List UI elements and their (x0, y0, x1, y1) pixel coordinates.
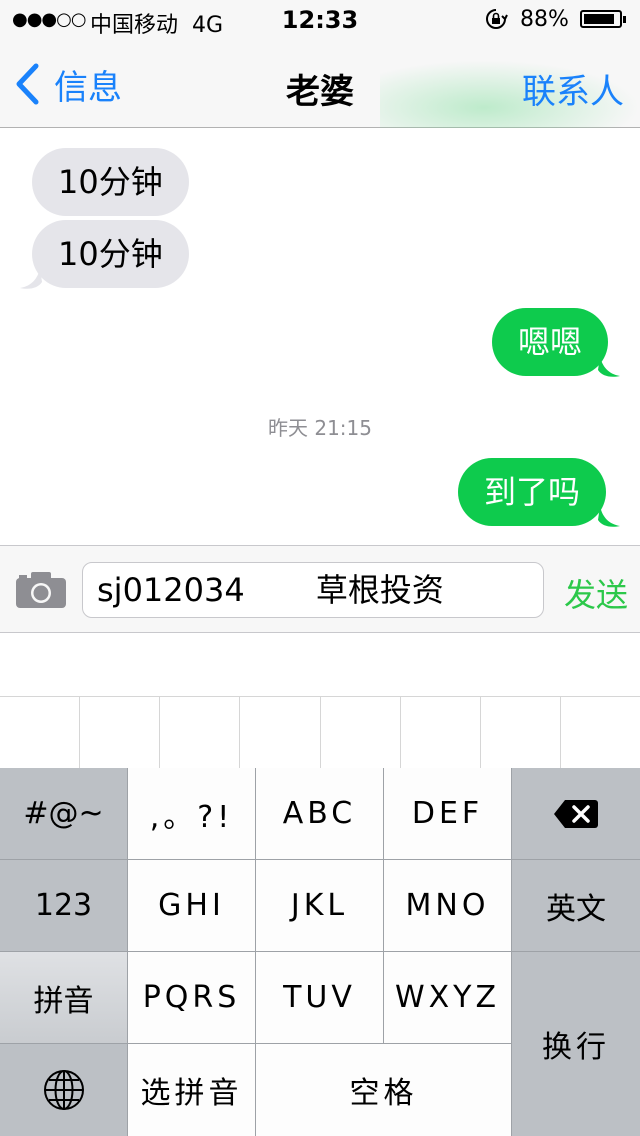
key-mno[interactable]: MNO (384, 860, 512, 952)
key-globe[interactable] (0, 1044, 128, 1136)
bubble-tail-icon (598, 356, 620, 377)
key-tuv[interactable]: TUV (256, 952, 384, 1044)
candidate-cell[interactable] (561, 697, 640, 768)
delete-icon (554, 799, 598, 828)
candidate-cell[interactable] (160, 697, 241, 768)
status-bar: ●●●○○ 中国移动 4G 12:33 88% (0, 0, 640, 40)
key-symbols[interactable]: #@~ (0, 768, 128, 860)
camera-icon[interactable] (16, 572, 66, 608)
keyboard: #@~ ,。?! ABC DEF 123 GHI JKL MNO 英文 拼音 P… (0, 768, 640, 1136)
message-input[interactable]: sj012034 草根投资 (82, 562, 544, 618)
candidate-cell[interactable] (0, 697, 81, 768)
key-english[interactable]: 英文 (512, 860, 640, 952)
message-bubble-outgoing[interactable]: 嗯嗯 (492, 308, 609, 376)
bubble-tail-icon (598, 506, 620, 527)
message-timestamp: 昨天 21:15 (268, 416, 372, 440)
contact-button[interactable]: 联系人 (522, 64, 624, 113)
key-def[interactable]: DEF (384, 768, 512, 860)
rotation-lock-icon (486, 9, 508, 29)
key-wxyz[interactable]: WXYZ (384, 952, 512, 1044)
key-pinyin[interactable]: 拼音 (0, 952, 128, 1044)
key-punctuation[interactable]: ,。?! (128, 768, 256, 860)
candidate-cell[interactable] (80, 697, 161, 768)
message-bubble-incoming[interactable]: 10分钟 (32, 220, 189, 288)
battery-icon (580, 10, 626, 28)
battery-percent: 88% (520, 7, 569, 32)
bubble-tail-icon (20, 268, 42, 289)
key-return[interactable]: 换行 (512, 952, 640, 1136)
key-jkl[interactable]: JKL (256, 860, 384, 952)
key-numbers[interactable]: 123 (0, 860, 128, 952)
candidate-cell[interactable] (481, 697, 561, 768)
ime-candidate-area (0, 633, 640, 768)
navigation-bar: 信息 老婆 联系人 (0, 40, 640, 128)
message-bubble-incoming[interactable]: 10分钟 (32, 148, 189, 216)
key-abc[interactable]: ABC (256, 768, 384, 860)
send-button[interactable]: 发送 (564, 570, 628, 616)
key-space[interactable]: 空格 (256, 1044, 512, 1136)
candidate-cell[interactable] (240, 697, 321, 768)
candidate-cell[interactable] (401, 697, 481, 768)
ime-candidate-row (0, 696, 640, 768)
key-pqrs[interactable]: PQRS (128, 952, 256, 1044)
key-delete[interactable] (512, 768, 640, 860)
key-select-pinyin[interactable]: 选拼音 (128, 1044, 256, 1136)
message-bubble-outgoing[interactable]: 到了吗 (458, 458, 607, 526)
candidate-cell[interactable] (321, 697, 401, 768)
globe-icon (43, 1070, 84, 1110)
message-input-bar: sj012034 草根投资 发送 (0, 545, 640, 633)
key-ghi[interactable]: GHI (128, 860, 256, 952)
